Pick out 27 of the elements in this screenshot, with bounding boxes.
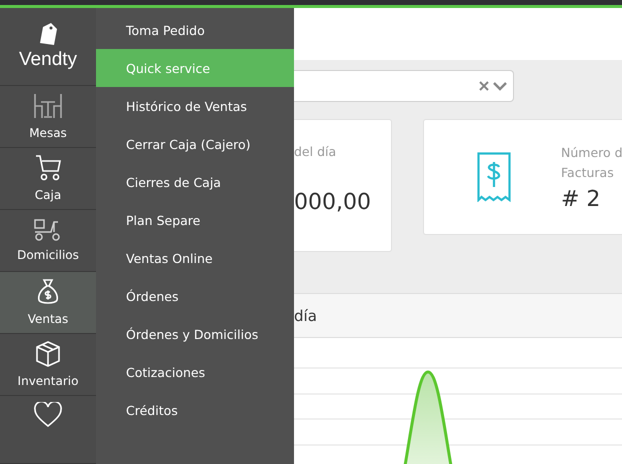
submenu-item[interactable]: Órdenes y Domicilios (96, 315, 294, 353)
submenu-item[interactable]: Cotizaciones (96, 353, 294, 391)
submenu-item[interactable]: Histórico de Ventas (96, 87, 294, 125)
submenu-item[interactable]: Ventas Online (96, 239, 294, 277)
card-label: del día (294, 143, 338, 161)
receipt-dollar-icon (477, 152, 511, 202)
submenu-item[interactable]: Créditos (96, 391, 294, 429)
brand-logo-text: Vendty (18, 49, 78, 72)
select-field[interactable] (294, 70, 514, 102)
sidebar-item[interactable]: Ventas (0, 272, 96, 334)
card-value: # 2 (561, 186, 602, 212)
table-chairs-icon (32, 92, 64, 120)
shopping-cart-icon (34, 154, 62, 182)
heart-icon[interactable] (34, 402, 62, 428)
card-label: Facturas (561, 164, 615, 182)
box-icon (34, 340, 62, 368)
clear-icon[interactable] (479, 81, 489, 91)
submenu-item[interactable]: Toma Pedido (96, 11, 294, 49)
section-title: día (294, 306, 317, 324)
submenu-item[interactable]: Cerrar Caja (Cajero) (96, 125, 294, 163)
money-bag-icon (36, 278, 60, 306)
card-label: Número d (561, 144, 622, 162)
submenu-item[interactable]: Plan Separe (96, 201, 294, 239)
submenu-item[interactable]: Órdenes (96, 277, 294, 315)
card-value: 000,00 (294, 190, 372, 215)
chevron-down-icon[interactable] (493, 81, 507, 91)
submenu-item[interactable]: Cierres de Caja (96, 163, 294, 201)
